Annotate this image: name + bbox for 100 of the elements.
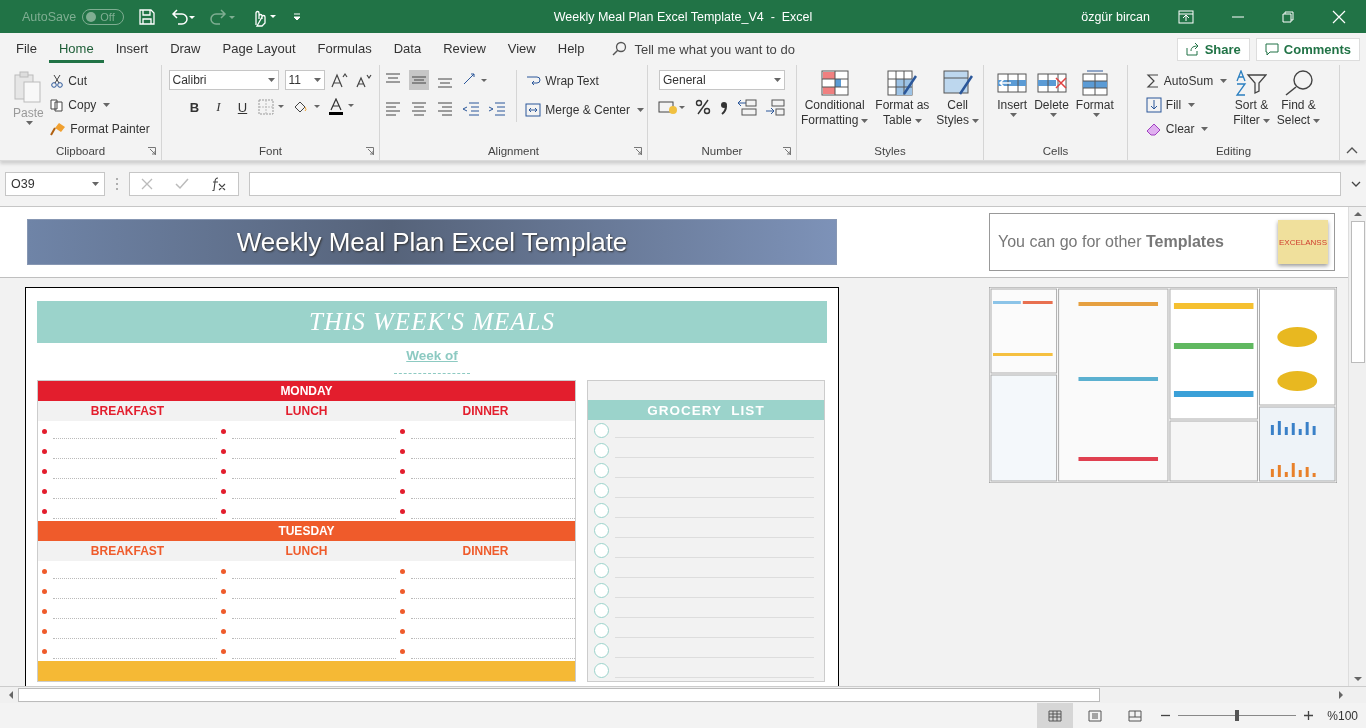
formula-input[interactable] xyxy=(249,172,1341,196)
underline-button[interactable]: U xyxy=(233,99,252,115)
collapse-ribbon-icon[interactable] xyxy=(1346,146,1358,154)
borders-icon[interactable] xyxy=(257,99,286,115)
undo-icon[interactable] xyxy=(169,7,196,26)
logo[interactable]: EXCELANSS xyxy=(1278,220,1328,264)
dialog-launcher-icon[interactable] xyxy=(783,147,791,155)
vertical-scrollbar-thumb[interactable] xyxy=(1350,221,1365,363)
ribbon-tab[interactable]: Insert xyxy=(105,35,159,63)
grow-font-icon[interactable] xyxy=(330,72,349,88)
dialog-launcher-icon[interactable] xyxy=(634,147,642,155)
autosave-label: AutoSave xyxy=(22,9,77,24)
caret-icon xyxy=(1049,113,1057,117)
insert-function-icon[interactable] xyxy=(211,177,227,191)
font-color-icon[interactable] xyxy=(327,98,356,116)
cancel-icon[interactable] xyxy=(141,178,153,190)
meal-heading: LUNCH xyxy=(284,403,329,420)
ribbon-tab[interactable]: Help xyxy=(547,35,595,63)
checkbox-circle-icon[interactable] xyxy=(594,602,609,618)
user-name[interactable]: özgür bircan xyxy=(1081,9,1150,24)
ribbon-tab[interactable]: View xyxy=(497,35,546,63)
format-as-table-button[interactable]: Format as Table xyxy=(874,70,931,128)
clear-button[interactable]: Clear xyxy=(1145,118,1228,139)
italic-button[interactable]: I xyxy=(209,99,228,115)
expand-formula-bar-icon[interactable] xyxy=(1351,181,1361,187)
bold-button[interactable]: B xyxy=(185,99,204,115)
ribbon-tab[interactable]: Draw xyxy=(160,35,211,63)
conditional-formatting-button[interactable]: Conditional Formatting xyxy=(799,70,870,128)
grocery-title: GROCERY LIST xyxy=(588,400,824,420)
group-label: Font xyxy=(259,145,282,157)
find-select-button[interactable]: Find & Select xyxy=(1275,70,1322,128)
checkbox-circle-icon[interactable] xyxy=(594,562,609,578)
cell-styles-button[interactable]: Cell Styles xyxy=(935,70,981,128)
checkbox-circle-icon[interactable] xyxy=(594,642,609,658)
bullet-icon xyxy=(221,628,226,634)
comments-button[interactable]: Comments xyxy=(1255,37,1360,61)
checkbox-circle-icon[interactable] xyxy=(594,522,609,538)
checkbox-circle-icon[interactable] xyxy=(594,422,609,438)
checkbox-circle-icon[interactable] xyxy=(594,442,609,458)
shrink-font-icon[interactable] xyxy=(354,72,373,88)
percent-icon[interactable] xyxy=(694,98,712,116)
ribbon-tab[interactable]: Page Layout xyxy=(212,35,306,63)
ribbon-tab[interactable]: Home xyxy=(48,35,104,63)
format-cells-button[interactable]: Format xyxy=(1074,70,1115,117)
close-icon[interactable] xyxy=(1332,9,1346,24)
checkbox-circle-icon[interactable] xyxy=(594,482,609,498)
number-format-field[interactable]: General xyxy=(659,70,785,90)
increase-decimal-icon[interactable] xyxy=(764,98,786,116)
more-options-icon[interactable] xyxy=(115,177,119,191)
ribbon-tab[interactable]: File xyxy=(6,35,47,63)
copy-button[interactable]: Copy xyxy=(50,94,150,115)
checkmark-icon[interactable] xyxy=(175,178,189,190)
templates-promo[interactable]: You can go for other Templates EXCELANSS xyxy=(989,213,1335,271)
bullet-icon xyxy=(221,468,226,474)
redo-icon[interactable] xyxy=(209,7,236,26)
font-size-field[interactable]: 11 xyxy=(284,70,325,90)
checkbox-circle-icon[interactable] xyxy=(594,462,609,478)
checkbox-circle-icon[interactable] xyxy=(594,502,609,518)
decrease-decimal-icon[interactable] xyxy=(736,98,758,116)
wrap-text-button[interactable]: Wrap Text xyxy=(525,70,599,91)
restore-icon[interactable] xyxy=(1282,10,1294,23)
customize-toolbar-icon[interactable] xyxy=(291,10,302,23)
group-label: Alignment xyxy=(487,145,540,157)
ribbon-tab[interactable]: Formulas xyxy=(307,35,382,63)
autosum-button[interactable]: AutoSum xyxy=(1145,70,1228,91)
fill-button[interactable]: Fill xyxy=(1145,94,1228,115)
ribbon-display-icon[interactable] xyxy=(1178,9,1194,24)
bullet-icon xyxy=(42,448,47,454)
ribbon-tab[interactable]: Data xyxy=(383,35,432,63)
dialog-launcher-icon[interactable] xyxy=(148,147,156,155)
font-name-field[interactable]: Calibri xyxy=(168,70,279,90)
save-icon[interactable] xyxy=(137,7,156,26)
bullet-icon xyxy=(400,648,405,654)
cut-button[interactable]: Cut xyxy=(50,70,150,91)
insert-cells-button[interactable]: Insert xyxy=(996,70,1029,117)
minimize-icon[interactable] xyxy=(1232,15,1244,18)
checkbox-circle-icon[interactable] xyxy=(594,582,609,598)
page-icon xyxy=(1088,709,1103,722)
ribbon-tab[interactable]: Review xyxy=(433,35,496,63)
zoom-in-icon[interactable] xyxy=(1304,711,1314,720)
zoom-slider-thumb[interactable] xyxy=(1235,710,1240,721)
day-header: TUESDAY xyxy=(38,521,575,541)
zoom-level[interactable]: %100 xyxy=(1327,708,1358,723)
delete-cells-button[interactable]: Delete xyxy=(1033,70,1070,117)
horizontal-scrollbar-thumb[interactable] xyxy=(18,688,1100,702)
table-brush-icon xyxy=(887,70,918,96)
dialog-launcher-icon[interactable] xyxy=(366,147,374,155)
checkbox-circle-icon[interactable] xyxy=(594,622,609,638)
tell-me-field[interactable]: Tell me what you want to do xyxy=(634,41,795,57)
delete-cells-icon xyxy=(1036,70,1067,96)
middle-align-icon[interactable] xyxy=(409,70,429,90)
checkbox-circle-icon[interactable] xyxy=(594,542,609,558)
normal-view-button[interactable] xyxy=(1037,703,1074,728)
checkbox-circle-icon[interactable] xyxy=(594,662,609,678)
name-box[interactable]: O39 xyxy=(5,172,105,196)
currency-icon[interactable] xyxy=(658,98,688,116)
share-button[interactable]: Share xyxy=(1176,37,1250,61)
sort-filter-button[interactable]: Sort & Filter xyxy=(1232,70,1271,128)
format-painter-button[interactable]: Format Painter xyxy=(50,118,150,139)
merge-center-button[interactable]: Merge & Center xyxy=(525,99,644,120)
